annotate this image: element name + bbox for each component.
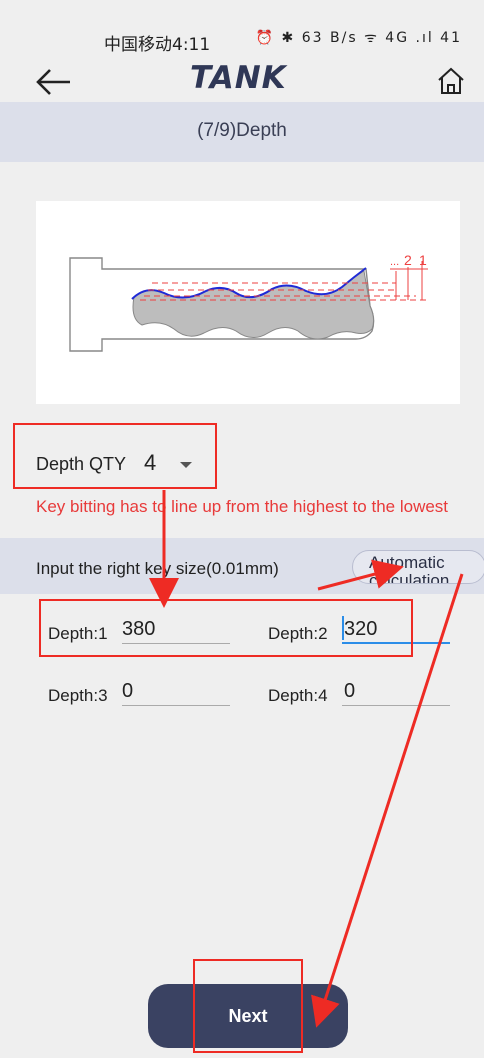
depth-3-underline [122, 705, 230, 706]
back-arrow-icon[interactable] [34, 64, 74, 100]
depth-3-label: Depth:3 [48, 686, 108, 705]
status-icons: ⏰ ✱ 63 B/s ᯤ 4G .ıl 41 [255, 30, 462, 46]
key-diagram: ... 2 1 [36, 201, 460, 404]
chevron-down-icon[interactable] [180, 462, 192, 468]
depth-2-label: Depth:2 [268, 624, 328, 643]
text-cursor [342, 616, 344, 640]
carrier-time: 中国移动4:11 [104, 35, 211, 55]
next-button-label: Next [228, 1006, 268, 1026]
diagram-label-2: 2 [404, 252, 412, 268]
diagram-label-dots: ... [390, 256, 399, 268]
depth-2-underline [342, 642, 450, 644]
depth-qty-select[interactable]: 4 [144, 450, 156, 476]
input-hint-text: Input the right key size(0.01mm) [36, 559, 279, 578]
depth-qty-label: Depth QTY [36, 454, 127, 474]
diagram-label-1: 1 [419, 252, 427, 268]
depth-4-input[interactable]: 0 [344, 680, 355, 703]
depth-1-input[interactable]: 380 [122, 618, 155, 641]
next-button[interactable]: Next [148, 984, 348, 1048]
depth-2-input[interactable]: 320 [344, 618, 377, 641]
depth-1-label: Depth:1 [48, 624, 108, 643]
key-diagram-svg: ... 2 1 [69, 252, 428, 352]
status-bar: 中国移动4:11 ⏰ ✱ 63 B/s ᯤ 4G .ıl 41 [0, 0, 484, 58]
bitting-warning: Key bitting has to line up from the high… [36, 497, 449, 516]
depth-4-underline [342, 705, 450, 706]
step-header: (7/9)Depth [0, 102, 484, 162]
depth-4-label: Depth:4 [268, 686, 328, 705]
automatic-calculation-button[interactable]: Automatic calculation [352, 550, 484, 584]
depth-1-underline [122, 643, 230, 644]
tank-logo: TANK [190, 60, 287, 96]
automatic-calculation-label: Automatic calculation [369, 553, 450, 584]
depth-3-input[interactable]: 0 [122, 680, 133, 703]
home-icon[interactable] [436, 66, 466, 96]
step-title: (7/9)Depth [197, 120, 287, 141]
